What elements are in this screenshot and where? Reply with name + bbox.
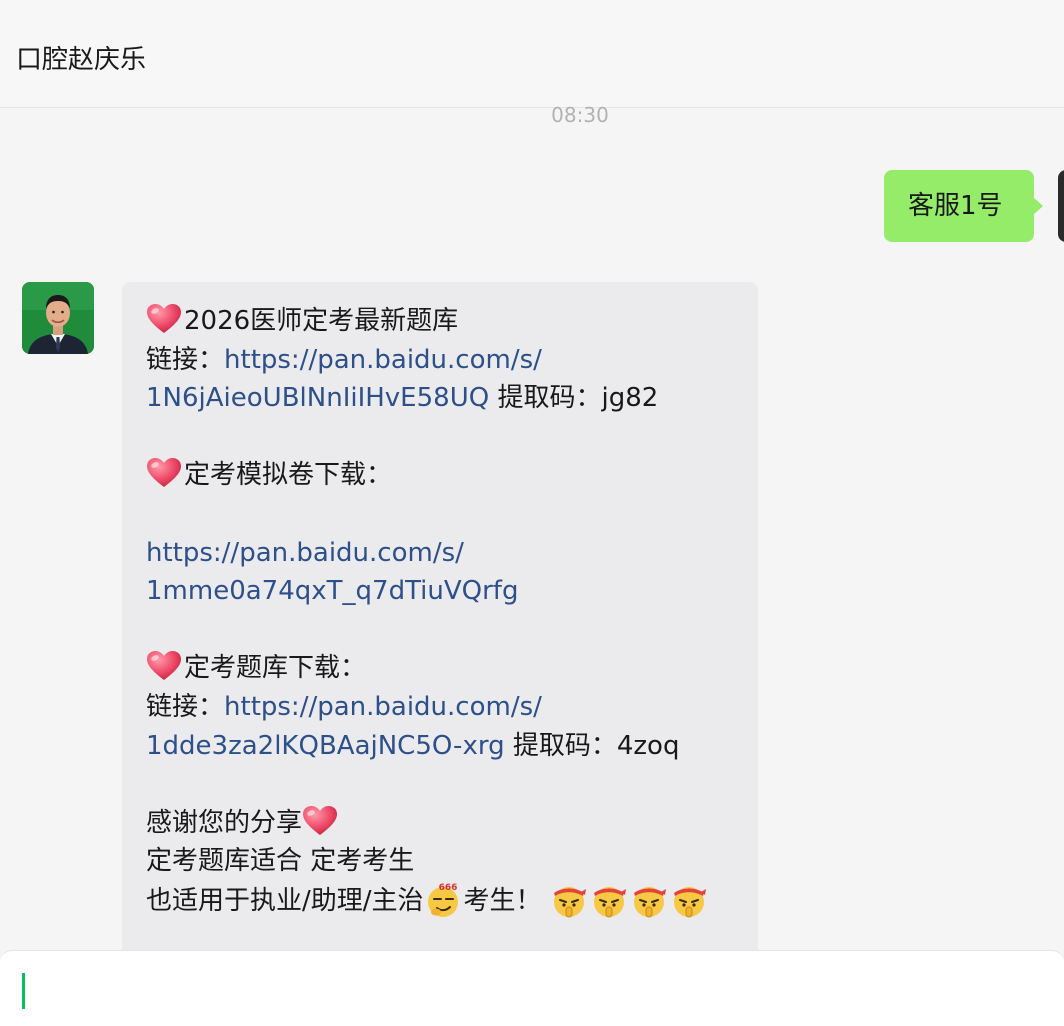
message-line: 1dde3za2lKQBAajNC5O-xrg 提取码：4zoq xyxy=(146,727,734,766)
message-link[interactable]: https://pan.baidu.com/s/ xyxy=(224,692,542,722)
message-text: 也适用于执业/助理/主治 xyxy=(146,885,424,916)
message-text: 感谢您的分享 xyxy=(146,807,303,838)
message-link[interactable]: https://pan.baidu.com/s/ xyxy=(224,345,542,375)
message-line: 2026医师定考最新题库 xyxy=(146,302,734,341)
message-text: 链接： xyxy=(146,344,225,375)
red-heart-icon xyxy=(146,457,182,489)
message-line: 也适用于执业/助理/主治 666 考生！ xyxy=(146,881,734,921)
message-text: 提取码：jg82 xyxy=(489,383,659,414)
message-line: 定考模拟卷下载： xyxy=(146,456,734,495)
message-line: 链接：https://pan.baidu.com/s/ xyxy=(146,688,734,727)
text-cursor xyxy=(22,973,25,1009)
svg-text:666: 666 xyxy=(438,883,457,893)
message-timestamp: 08:30 xyxy=(551,103,609,127)
message-link[interactable]: 1dde3za2lKQBAajNC5O-xrg xyxy=(146,731,505,761)
message-line: 链接：https://pan.baidu.com/s/ xyxy=(146,341,734,380)
message-link[interactable]: https://pan.baidu.com/s/ xyxy=(146,538,464,568)
contact-name[interactable]: 口腔赵庆乐 xyxy=(16,42,146,78)
shushing-headband-emoji xyxy=(550,881,588,919)
message-line: https://pan.baidu.com/s/ xyxy=(146,534,734,573)
message-text: 定考题库下载： xyxy=(184,653,367,684)
message-line: 定考题库适合 定考考生 xyxy=(146,842,734,881)
message-text: 考生！ xyxy=(463,885,550,916)
contact-avatar[interactable] xyxy=(22,282,94,354)
message-line: 1mme0a74qxT_q7dTiuVQrfg xyxy=(146,572,734,611)
message-text: 2026医师定考最新题库 xyxy=(184,306,459,336)
red-heart-icon xyxy=(146,303,182,335)
shushing-headband-emoji xyxy=(670,881,708,919)
shushing-headband-emoji xyxy=(630,881,668,919)
self-avatar[interactable] xyxy=(1058,170,1064,242)
sent-message-bubble[interactable]: 客服1号 xyxy=(884,170,1043,242)
smirk-666-emoji: 666 xyxy=(424,881,462,919)
message-line: 定考题库下载： xyxy=(146,649,734,688)
message-link[interactable]: 1N6jAieoUBlNnIiIHvE58UQ xyxy=(146,383,489,413)
chat-header: 口腔赵庆乐 xyxy=(0,0,1064,108)
message-text: 定考模拟卷下载： xyxy=(184,460,393,491)
message-text: 定考题库适合 定考考生 xyxy=(146,846,415,877)
message-text: 提取码：4zoq xyxy=(504,730,680,761)
message-line: 1N6jAieoUBlNnIiIHvE58UQ 提取码：jg82 xyxy=(146,379,734,418)
message-link[interactable]: 1mme0a74qxT_q7dTiuVQrfg xyxy=(146,576,518,606)
message-input-bar[interactable] xyxy=(0,950,1064,1026)
person-avatar-icon xyxy=(22,282,94,354)
shushing-headband-emoji xyxy=(590,881,628,919)
message-line: 感谢您的分享 xyxy=(146,804,734,843)
red-heart-icon xyxy=(302,805,338,837)
red-heart-icon xyxy=(146,650,182,682)
received-message-bubble[interactable]: 2026医师定考最新题库 链接：https://pan.baidu.com/s/1… xyxy=(122,282,758,954)
message-text: 链接： xyxy=(146,691,225,722)
